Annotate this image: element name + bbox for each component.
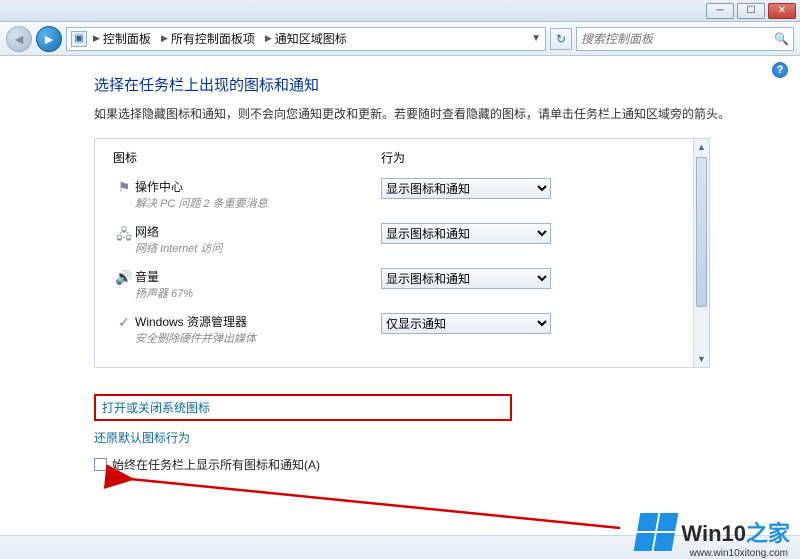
highlight-box: 打开或关闭系统图标: [94, 394, 512, 421]
minimize-button[interactable]: ─: [706, 3, 734, 19]
dropdown-chevron-icon[interactable]: ▼: [531, 33, 541, 44]
page-description: 如果选择隐藏图标和通知，则不会向您通知更改和更新。若要随时查看隐藏的图标，请单击…: [94, 105, 734, 124]
table-row: ✓Windows 资源管理器安全删除硬件并弹出媒体仅显示通知: [113, 307, 691, 352]
search-box[interactable]: 🔍: [576, 27, 794, 51]
item-subtitle: 解决 PC 问题 2 条重要消息: [135, 195, 381, 211]
help-icon[interactable]: ?: [772, 62, 788, 78]
scroll-up-icon[interactable]: ▲: [694, 139, 709, 155]
crumb-2[interactable]: 通知区域图标: [275, 30, 347, 47]
page-content: ? 选择在任务栏上出现的图标和通知 如果选择隐藏图标和通知，则不会向您通知更改和…: [0, 56, 800, 559]
behavior-select[interactable]: 显示图标和通知: [381, 268, 551, 289]
crumb-0[interactable]: 控制面板: [103, 30, 151, 47]
column-header-behavior: 行为: [381, 149, 691, 166]
item-subtitle: 扬声器 67%: [135, 285, 381, 301]
window-titlebar: ─ ☐ ✕: [0, 0, 800, 22]
address-bar[interactable]: ▣ ▶控制面板 ▶所有控制面板项 ▶通知区域图标 ▼: [66, 27, 546, 51]
breadcrumb: ▶通知区域图标: [261, 30, 351, 47]
links-area: 打开或关闭系统图标 还原默认图标行为 始终在任务栏上显示所有图标和通知(A): [94, 382, 774, 473]
item-title: Windows 资源管理器: [135, 313, 381, 330]
forward-button[interactable]: ►: [36, 26, 62, 52]
column-header-icon: 图标: [113, 149, 381, 166]
table-row: 🔊音量扬声器 67%显示图标和通知: [113, 262, 691, 307]
panel-scrollbar[interactable]: ▲ ▼: [693, 139, 709, 367]
control-panel-icon: ▣: [71, 31, 87, 47]
always-show-row[interactable]: 始终在任务栏上显示所有图标和通知(A): [94, 456, 774, 473]
item-subtitle: 网络 Internet 访问: [135, 240, 381, 256]
table-row: ⚑操作中心解决 PC 问题 2 条重要消息显示图标和通知: [113, 172, 691, 217]
breadcrumb: ▶控制面板: [89, 30, 155, 47]
scroll-down-icon[interactable]: ▼: [694, 351, 709, 367]
page-title: 选择在任务栏上出现的图标和通知: [94, 74, 774, 95]
back-button[interactable]: ◄: [6, 26, 32, 52]
refresh-button[interactable]: ↻: [550, 28, 572, 50]
crumb-1[interactable]: 所有控制面板项: [171, 30, 255, 47]
link-toggle-system-icons[interactable]: 打开或关闭系统图标: [102, 399, 210, 416]
item-title: 操作中心: [135, 178, 381, 195]
watermark-url: www.win10xitong.com: [690, 548, 788, 559]
behavior-select[interactable]: 显示图标和通知: [381, 178, 551, 199]
close-button[interactable]: ✕: [768, 3, 796, 19]
icons-panel: 图标 行为 ⚑操作中心解决 PC 问题 2 条重要消息显示图标和通知🖧网络网络 …: [94, 138, 710, 368]
item-title: 音量: [135, 268, 381, 285]
always-show-label: 始终在任务栏上显示所有图标和通知(A): [112, 456, 320, 473]
flag-icon: ⚑: [113, 179, 135, 196]
behavior-select[interactable]: 仅显示通知: [381, 313, 551, 334]
watermark: Win10之家: [637, 513, 790, 551]
explorer-navbar: ◄ ► ▣ ▶控制面板 ▶所有控制面板项 ▶通知区域图标 ▼ ↻ 🔍: [0, 22, 800, 56]
item-subtitle: 安全删除硬件并弹出媒体: [135, 330, 381, 346]
search-icon: 🔍: [774, 32, 789, 46]
maximize-button[interactable]: ☐: [737, 3, 765, 19]
speaker-icon: 🔊: [113, 269, 135, 286]
windows-logo-icon: [634, 513, 679, 551]
scroll-thumb[interactable]: [696, 157, 707, 307]
search-input[interactable]: [581, 32, 770, 46]
network-icon: 🖧: [113, 224, 135, 248]
item-title: 网络: [135, 223, 381, 240]
device-icon: ✓: [113, 314, 135, 331]
always-show-checkbox[interactable]: [94, 458, 107, 471]
behavior-select[interactable]: 显示图标和通知: [381, 223, 551, 244]
breadcrumb: ▶所有控制面板项: [157, 30, 259, 47]
link-restore-defaults[interactable]: 还原默认图标行为: [94, 429, 774, 446]
table-row: 🖧网络网络 Internet 访问显示图标和通知: [113, 217, 691, 262]
